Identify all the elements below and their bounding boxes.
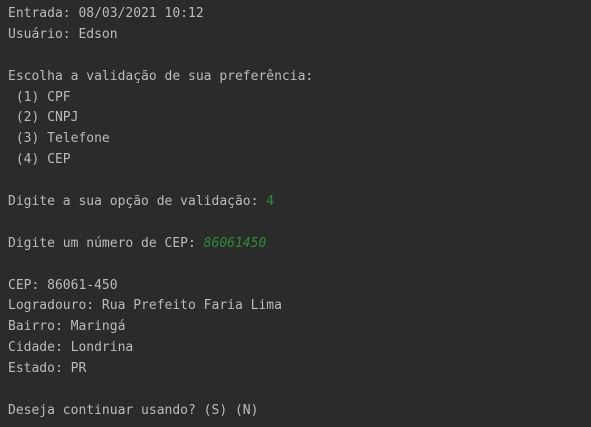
line-text: CEP: 86061-450 <box>8 277 118 293</box>
console-line-option-cep: (4) CEP <box>8 150 591 171</box>
line-text: (1) CPF <box>8 89 71 105</box>
console-line-cidade: Cidade: Londrina <box>8 338 591 359</box>
line-text: Bairro: Maringá <box>8 319 126 335</box>
line-text: Deseja continuar usando? (S) (N) <box>8 402 259 418</box>
console-line-option-telefone: (3) Telefone <box>8 129 591 150</box>
line-text: Escolha a validação de sua preferência: <box>8 68 314 84</box>
console-line-continue-prompt: Deseja continuar usando? (S) (N) <box>8 401 591 422</box>
console-line-entrada: Entrada: 08/03/2021 10:12 <box>8 4 591 25</box>
console-line-usuario: Usuário: Edson <box>8 25 591 46</box>
console-line-option-cpf: (1) CPF <box>8 88 591 109</box>
console-output[interactable]: Entrada: 08/03/2021 10:12 Usuário: Edson… <box>0 0 591 427</box>
line-text: Entrada: 08/03/2021 10:12 <box>8 6 204 21</box>
console-line-cep: CEP: 86061-450 <box>8 276 591 297</box>
line-text: Digite a sua opção de validação: <box>8 194 267 210</box>
user-input-option: 4 <box>266 194 275 210</box>
console-line-prompt-option: Digite a sua opção de validação: 4 <box>8 192 591 213</box>
line-text: (2) CNPJ <box>8 110 79 126</box>
console-line-logradouro: Logradouro: Rua Prefeito Faria Lima <box>8 296 591 317</box>
line-text: (4) CEP <box>8 152 71 168</box>
console-line-option-cnpj: (2) CNPJ <box>8 108 591 129</box>
line-text: Digite um número de CEP: <box>8 235 204 251</box>
line-text: Cidade: Londrina <box>8 340 134 356</box>
line-text: Estado: PR <box>8 361 87 377</box>
line-text: Usuário: Edson <box>8 26 118 42</box>
user-input-cep: 86061450 <box>203 235 267 251</box>
console-line-menu-title: Escolha a validação de sua preferência: <box>8 67 591 88</box>
console-line-estado: Estado: PR <box>8 359 591 380</box>
line-text: Logradouro: Rua Prefeito Faria Lima <box>8 298 282 314</box>
line-text: (3) Telefone <box>8 131 110 147</box>
console-line-bairro: Bairro: Maringá <box>8 317 591 338</box>
console-line-prompt-cep: Digite um número de CEP: 86061450 <box>8 234 591 255</box>
